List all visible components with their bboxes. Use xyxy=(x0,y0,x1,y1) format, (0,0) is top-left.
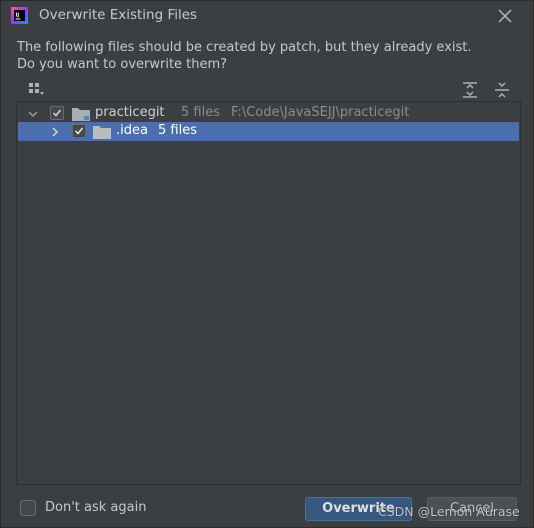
node-checkbox[interactable] xyxy=(50,106,64,120)
module-folder-icon xyxy=(72,108,90,121)
expand-all-icon[interactable] xyxy=(460,81,480,99)
node-file-count: 5 files xyxy=(181,105,220,120)
intellij-idea-icon: IJ xyxy=(11,7,28,24)
files-tree[interactable]: practicegit 5 files F:\Code\JavaSEJJ\pra… xyxy=(16,101,521,485)
folder-icon xyxy=(93,126,111,139)
dialog-message: The following files should be created by… xyxy=(17,39,527,73)
chevron-down-icon[interactable] xyxy=(27,108,39,120)
svg-text:IJ: IJ xyxy=(16,13,20,19)
window-title: Overwrite Existing Files xyxy=(39,7,198,23)
node-name: .idea xyxy=(116,123,148,138)
tree-row-idea[interactable]: .idea 5 files xyxy=(18,122,519,141)
tree-row-practicegit[interactable]: practicegit 5 files F:\Code\JavaSEJJ\pra… xyxy=(17,104,520,123)
title-bar: IJ Overwrite Existing Files xyxy=(1,1,533,31)
collapse-all-icon[interactable] xyxy=(492,81,512,99)
checkmark-icon xyxy=(74,127,84,135)
message-line-1: The following files should be created by… xyxy=(17,40,472,55)
node-file-count: 5 files xyxy=(158,123,197,138)
watermark: CSDN @Lemon Aurase xyxy=(378,504,520,519)
message-line-2: Do you want to overwrite them? xyxy=(17,57,228,72)
chevron-right-icon[interactable] xyxy=(49,126,61,138)
node-name: practicegit xyxy=(95,105,165,120)
node-path: F:\Code\JavaSEJJ\practicegit xyxy=(231,105,410,120)
checkmark-icon xyxy=(52,109,62,117)
overwrite-dialog: IJ Overwrite Existing Files The followin… xyxy=(0,0,534,528)
group-by-icon[interactable] xyxy=(27,81,47,99)
dont-ask-label[interactable]: Don't ask again xyxy=(45,500,146,515)
dont-ask-checkbox[interactable] xyxy=(20,500,36,516)
close-icon[interactable] xyxy=(495,6,515,26)
node-checkbox[interactable] xyxy=(72,124,86,138)
